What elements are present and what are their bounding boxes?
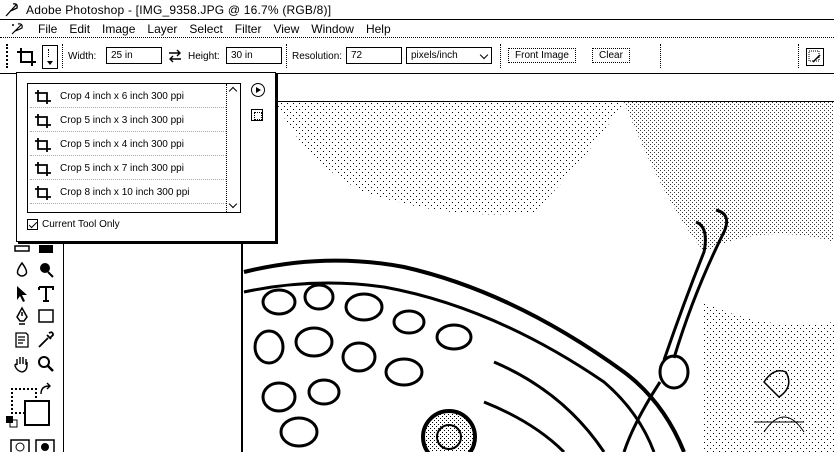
list-item[interactable]: Crop 5 inch x 7 inch 300 ppi xyxy=(30,158,226,180)
rectangle-tool-icon[interactable] xyxy=(36,306,56,326)
preset-label: Crop 5 inch x 7 inch 300 ppi xyxy=(60,163,184,174)
crop-preset-icon xyxy=(34,113,52,129)
new-preset-icon[interactable] xyxy=(251,109,263,121)
zoom-tool-icon[interactable] xyxy=(36,354,56,374)
preset-list-scrollbar[interactable] xyxy=(226,84,240,212)
resolution-unit-select[interactable]: pixels/inch xyxy=(406,47,492,64)
crop-preset-icon xyxy=(34,89,52,105)
menu-window[interactable]: Window xyxy=(305,20,360,38)
menu-file[interactable]: File xyxy=(32,20,63,38)
background-color-swatch[interactable] xyxy=(24,400,50,426)
hand-tool-icon[interactable] xyxy=(12,354,32,374)
menu-select[interactable]: Select xyxy=(183,20,228,38)
separator xyxy=(660,44,661,68)
crop-preset-icon xyxy=(34,185,52,201)
list-item[interactable]: Crop 8 inch x 10 inch 300 ppi xyxy=(30,182,226,204)
options-bar-grip[interactable] xyxy=(6,44,8,68)
list-item[interactable]: Crop 4 inch x 6 inch 300 ppi xyxy=(30,86,226,108)
separator xyxy=(62,44,63,68)
quick-mask-mode-icon[interactable] xyxy=(10,436,58,452)
height-field[interactable]: 30 in xyxy=(226,47,282,64)
resolution-field[interactable]: 72 xyxy=(346,47,402,64)
list-item[interactable]: Crop 5 inch x 4 inch 300 ppi xyxy=(30,134,226,156)
menu-edit[interactable]: Edit xyxy=(63,20,96,38)
current-tool-only-label: Current Tool Only xyxy=(42,219,120,230)
menu-bar: File Edit Image Layer Select Filter View… xyxy=(0,20,834,38)
menu-layer[interactable]: Layer xyxy=(141,20,183,38)
resolution-label: Resolution: xyxy=(292,51,343,62)
title-bar: Adobe Photoshop - [IMG_9358.JPG @ 16.7% … xyxy=(0,0,834,20)
crop-tool-icon xyxy=(16,47,38,67)
crop-preset-icon xyxy=(34,161,52,177)
blur-tool-icon[interactable] xyxy=(12,260,32,280)
separator xyxy=(500,44,501,68)
preset-label: Crop 5 inch x 4 inch 300 ppi xyxy=(60,139,184,150)
dodge-tool-icon[interactable] xyxy=(36,260,56,280)
menu-view[interactable]: View xyxy=(267,20,305,38)
front-image-button[interactable]: Front Image xyxy=(508,48,576,63)
clear-button[interactable]: Clear xyxy=(592,48,630,63)
preset-label: Crop 8 inch x 10 inch 300 ppi xyxy=(60,187,190,198)
menu-image[interactable]: Image xyxy=(96,20,141,38)
menu-filter[interactable]: Filter xyxy=(229,20,268,38)
eyedropper-tool-icon[interactable] xyxy=(36,330,56,350)
separator xyxy=(798,44,799,68)
app-menu-icon[interactable] xyxy=(10,21,26,37)
tool-preset-picker-button[interactable] xyxy=(42,45,58,69)
height-label: Height: xyxy=(188,51,220,62)
path-selection-tool-icon[interactable] xyxy=(12,284,32,304)
type-tool-icon[interactable] xyxy=(36,284,56,304)
swap-dimensions-icon[interactable] xyxy=(168,49,182,63)
preset-label: Crop 5 inch x 3 inch 300 ppi xyxy=(60,115,184,126)
current-tool-only-checkbox[interactable] xyxy=(27,219,38,230)
pen-tool-icon[interactable] xyxy=(12,306,32,326)
list-item[interactable]: Crop 5 inch x 3 inch 300 ppi xyxy=(30,110,226,132)
chevron-down-icon[interactable] xyxy=(228,199,238,209)
window-title: Adobe Photoshop - [IMG_9358.JPG @ 16.7% … xyxy=(26,2,332,17)
separator xyxy=(286,44,287,68)
crop-preset-icon xyxy=(34,137,52,153)
tool-preset-picker: Crop 4 inch x 6 inch 300 ppi Crop 5 inch… xyxy=(16,72,276,242)
options-bar: Width: 25 in Height: 30 in Resolution: 7… xyxy=(0,38,834,74)
current-tool-only-option[interactable]: Current Tool Only xyxy=(27,219,120,230)
default-colors-icon[interactable] xyxy=(6,416,18,428)
palette-well-icon[interactable] xyxy=(806,48,824,66)
width-field[interactable]: 25 in xyxy=(106,47,162,64)
chevron-down-icon xyxy=(479,50,489,60)
width-label: Width: xyxy=(68,51,97,62)
resolution-unit-value: pixels/inch xyxy=(411,50,458,61)
preset-list[interactable]: Crop 4 inch x 6 inch 300 ppi Crop 5 inch… xyxy=(27,83,241,213)
notes-tool-icon[interactable] xyxy=(12,330,32,350)
photoshop-feather-icon xyxy=(4,2,20,18)
preset-menu-button[interactable] xyxy=(251,83,265,97)
menu-help[interactable]: Help xyxy=(360,20,397,38)
preset-label: Crop 4 inch x 6 inch 300 ppi xyxy=(60,91,184,102)
chevron-up-icon[interactable] xyxy=(228,86,238,96)
